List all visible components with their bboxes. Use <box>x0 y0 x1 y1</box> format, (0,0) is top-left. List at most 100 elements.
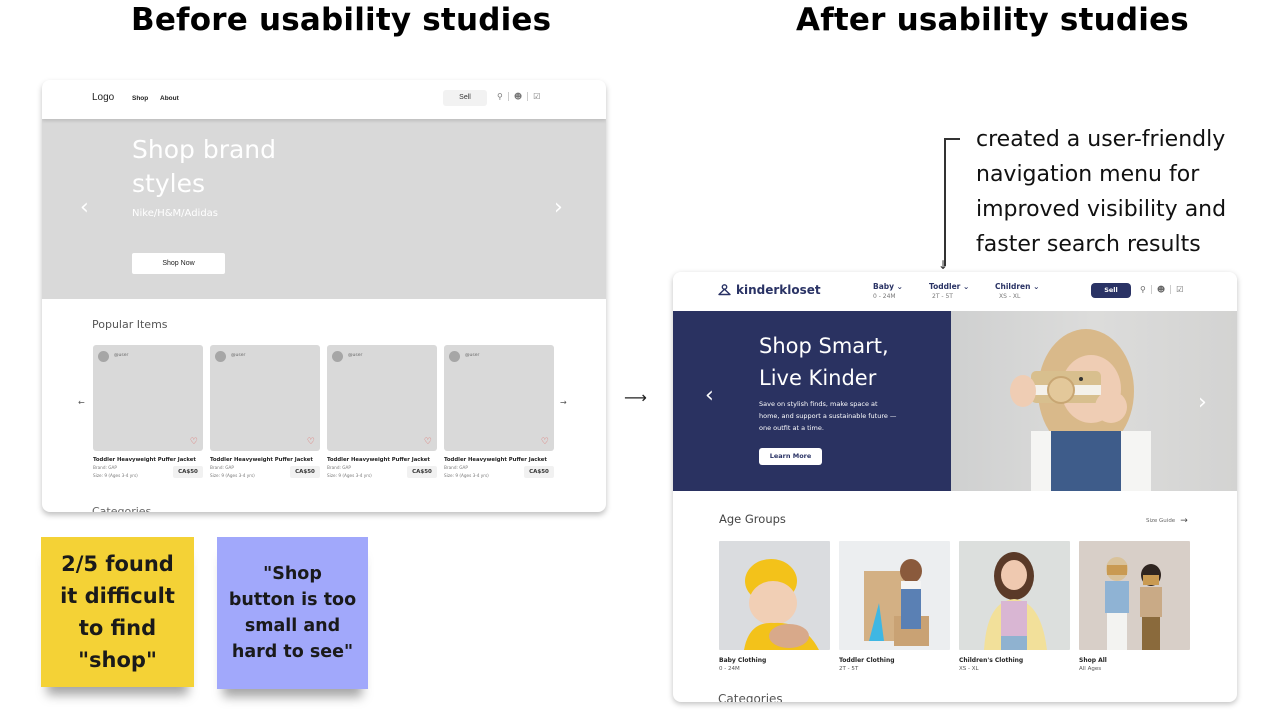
age-group-card[interactable]: Baby Clothing 0 - 24M <box>719 541 830 672</box>
age-group-card[interactable]: Children's Clothing XS - XL <box>959 541 1070 672</box>
menu-sublabel: 2T - 5T <box>932 293 953 300</box>
heart-icon[interactable]: ♡ <box>541 437 549 447</box>
nav-menu-children[interactable]: Children ⌄ XS - XL <box>995 282 1039 300</box>
child-with-camera-photo: › <box>1010 329 1207 491</box>
sticky-note-quote: "Shop button is too small and hard to se… <box>217 537 368 689</box>
after-mockup: kinderkloset Baby ⌄ 0 - 24M Toddler ⌄ 2T… <box>673 272 1237 702</box>
age-groups-list: Baby Clothing 0 - 24M Toddler Clothing 2… <box>719 541 1190 672</box>
heart-icon[interactable]: ♡ <box>424 437 432 447</box>
before-heading: Before usability studies <box>131 2 552 38</box>
divider <box>1170 285 1172 294</box>
hero-subtitle: Nike/H&M/Adidas <box>132 208 219 219</box>
after-navbar: kinderkloset Baby ⌄ 0 - 24M Toddler ⌄ 2T… <box>673 272 1237 311</box>
search-icon[interactable]: ⚲ <box>497 92 503 101</box>
product-image[interactable]: @user ♡ <box>444 345 554 451</box>
child-photo[interactable] <box>959 541 1070 650</box>
search-icon[interactable]: ⚲ <box>1140 285 1146 294</box>
age-group-card[interactable]: Toddler Clothing 2T - 5T <box>839 541 950 672</box>
note-text: 2/5 found it difficult to find "shop" <box>60 552 175 672</box>
carousel-next-arrow[interactable]: → <box>560 398 567 407</box>
age-group-label: Toddler Clothing <box>839 657 895 664</box>
product-name: Toddler Heavyweight Puffer Jacket <box>444 457 547 463</box>
product-image[interactable]: @user ♡ <box>210 345 320 451</box>
before-navbar: Logo Shop About Sell ⚲ ☻ ☑ <box>42 80 606 119</box>
chevron-down-icon: ⌄ <box>1033 282 1040 291</box>
chevron-down-icon: ⌄ <box>896 282 903 291</box>
seller-username: @user <box>231 353 246 358</box>
categories-title-peek: Categories <box>718 692 783 702</box>
hero-title-line: Shop Smart, <box>759 334 889 358</box>
brand-logo[interactable]: kinderkloset <box>718 283 821 297</box>
heart-icon[interactable]: ♡ <box>307 437 315 447</box>
hero-description: Save on stylish finds, make space at hom… <box>759 400 897 432</box>
age-group-range: 0 - 24M <box>719 666 740 672</box>
user-icon[interactable]: ☻ <box>514 92 522 101</box>
basket-icon[interactable]: ☑ <box>533 92 540 101</box>
sell-button[interactable]: Sell <box>1091 283 1131 298</box>
learn-more-button[interactable]: Learn More <box>759 448 822 465</box>
hero-title: Shop brand styles <box>132 135 277 198</box>
menu-sublabel: 0 - 24M <box>873 293 896 300</box>
age-group-range: 2T - 5T <box>839 666 859 672</box>
arrow-down-icon: ↓ <box>938 258 949 272</box>
product-image[interactable]: @user ♡ <box>93 345 203 451</box>
nav-menu-toddler[interactable]: Toddler ⌄ 2T - 5T <box>929 282 969 300</box>
divider <box>1150 285 1152 294</box>
hero-next-arrow[interactable]: › <box>1198 390 1207 415</box>
seller-username: @user <box>114 353 129 358</box>
annotation-line: improved visibility and <box>976 197 1227 222</box>
logo[interactable]: Logo <box>92 92 114 103</box>
product-price: CA$50 <box>173 466 203 478</box>
menu-label: Children <box>995 282 1031 291</box>
hero-prev-arrow[interactable]: ‹ <box>80 195 89 220</box>
basket-icon[interactable]: ☑ <box>1176 285 1183 294</box>
age-group-label: Baby Clothing <box>719 657 767 664</box>
seller-username: @user <box>348 353 363 358</box>
heart-icon[interactable]: ♡ <box>190 437 198 447</box>
hero-title-line: Live Kinder <box>759 366 877 390</box>
product-price: CA$50 <box>290 466 320 478</box>
age-group-card[interactable]: Shop All All Ages <box>1079 541 1190 672</box>
product-price: CA$50 <box>407 466 437 478</box>
avatar <box>449 351 460 362</box>
menu-sublabel: XS - XL <box>999 293 1021 300</box>
baby-photo[interactable] <box>719 541 830 650</box>
product-name: Toddler Heavyweight Puffer Jacket <box>93 457 196 463</box>
sticky-note-finding: 2/5 found it difficult to find "shop" <box>41 537 194 687</box>
note-text: "Shop button is too small and hard to se… <box>228 564 357 662</box>
hero-next-arrow[interactable]: › <box>554 195 563 220</box>
seller-username: @user <box>465 353 480 358</box>
nav-link-about[interactable]: About <box>160 95 179 102</box>
sell-button[interactable]: Sell <box>443 90 487 106</box>
hero-image: › <box>951 311 1237 491</box>
divider <box>527 92 529 101</box>
product-card[interactable]: @user ♡ Toddler Heavyweight Puffer Jacke… <box>444 345 554 480</box>
product-name: Toddler Heavyweight Puffer Jacket <box>210 457 313 463</box>
chevron-down-icon: ⌄ <box>963 282 970 291</box>
product-card[interactable]: @user ♡ Toddler Heavyweight Puffer Jacke… <box>327 345 437 480</box>
product-name: Toddler Heavyweight Puffer Jacket <box>327 457 430 463</box>
user-icon[interactable]: ☻ <box>1157 285 1165 294</box>
product-image[interactable]: @user ♡ <box>327 345 437 451</box>
nav-menu-baby[interactable]: Baby ⌄ 0 - 24M <box>873 282 903 300</box>
kids-photo[interactable] <box>1079 541 1190 650</box>
shop-now-button[interactable]: Shop Now <box>132 253 225 274</box>
avatar <box>98 351 109 362</box>
product-card[interactable]: @user ♡ Toddler Heavyweight Puffer Jacke… <box>210 345 320 480</box>
product-card[interactable]: @user ♡ Toddler Heavyweight Puffer Jacke… <box>93 345 203 480</box>
hanger-icon <box>718 284 731 296</box>
age-group-label: Shop All <box>1079 657 1107 664</box>
carousel-prev-arrow[interactable]: ← <box>78 398 85 407</box>
popular-items-title: Popular Items <box>92 318 168 331</box>
categories-title-peek: Categories <box>92 505 152 512</box>
menu-label: Toddler <box>929 282 961 291</box>
transition-arrow-icon: ⟶ <box>624 388 647 407</box>
hero-title: Shop Smart, Live Kinder <box>759 330 889 394</box>
nav-link-shop[interactable]: Shop <box>132 95 148 102</box>
hero-prev-arrow[interactable]: ‹ <box>705 383 714 408</box>
size-guide-link[interactable]: Size Guide → <box>1146 516 1188 526</box>
annotation-text: created a user-friendly navigation menu … <box>976 122 1226 262</box>
annotation-line: navigation menu for <box>976 162 1200 187</box>
toddler-photo[interactable] <box>839 541 950 650</box>
size-guide-label: Size Guide <box>1146 518 1176 524</box>
